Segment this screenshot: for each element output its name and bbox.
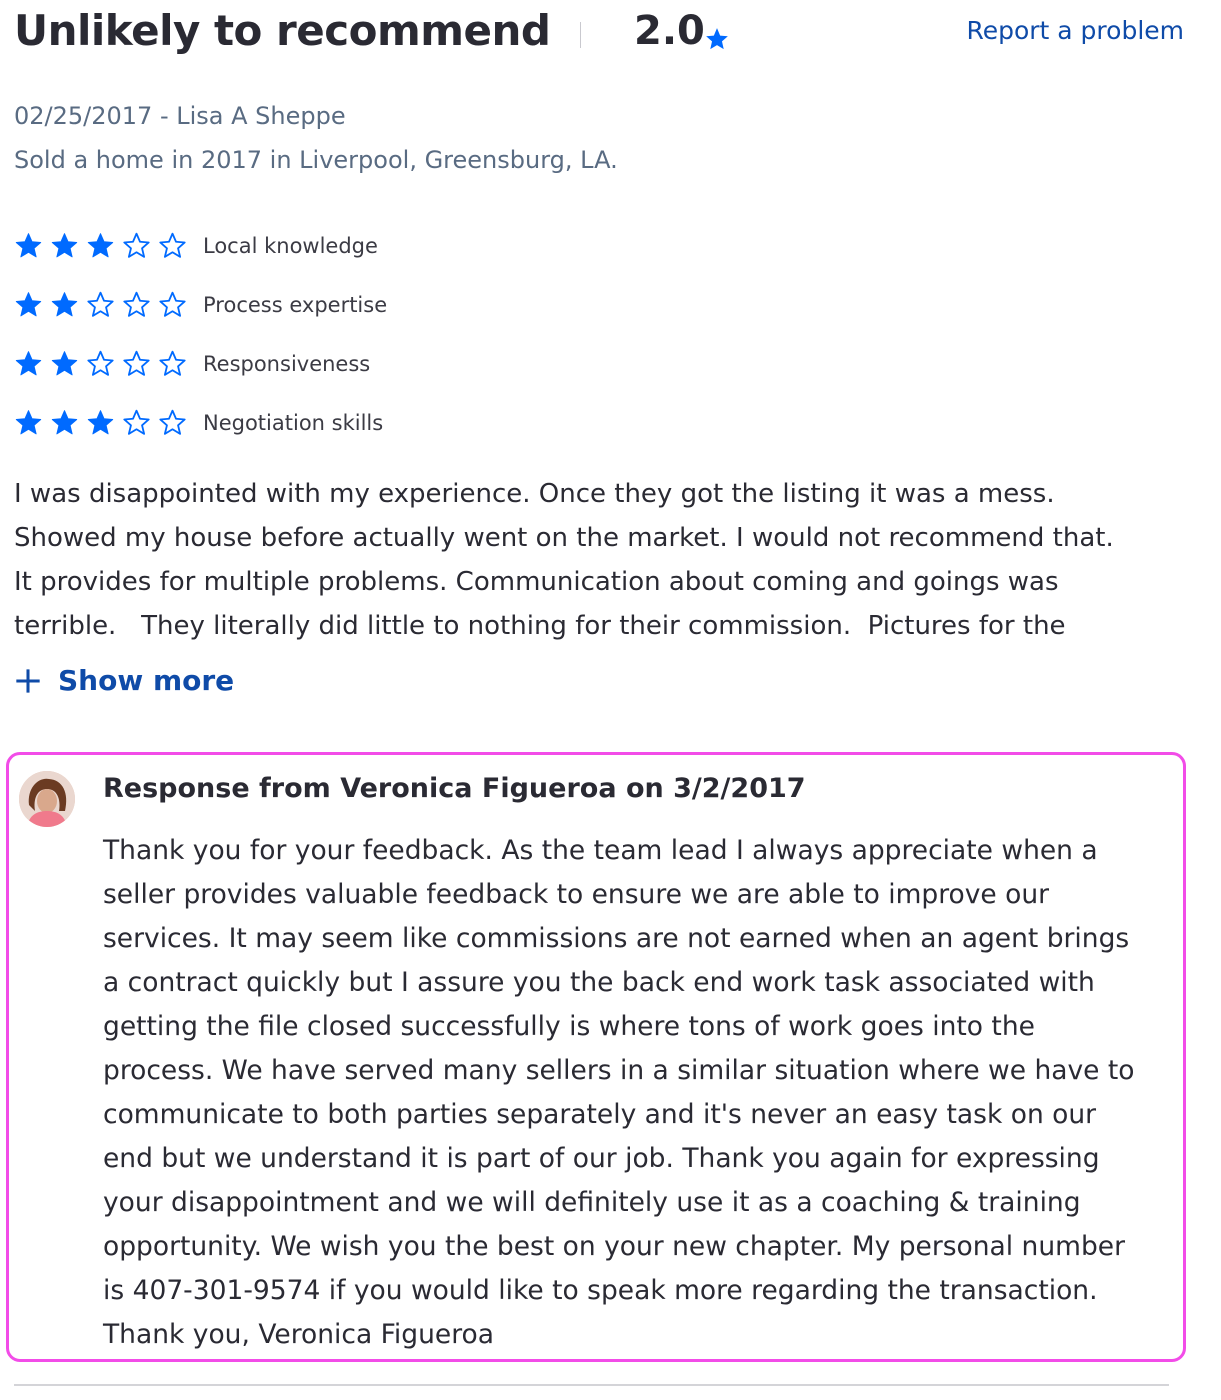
star-outline-icon (123, 350, 150, 376)
header-divider (580, 22, 581, 48)
text-line: Thank you, Veronica Figueroa (103, 1319, 494, 1350)
rating-label: Responsiveness (203, 351, 371, 376)
star-rating (14, 408, 187, 437)
star-filled-icon (87, 410, 114, 435)
overall-rating: 2.0 (634, 8, 705, 54)
star-outline-icon (123, 232, 150, 258)
review-transaction: Sold a home in 2017 in Liverpool, Greens… (14, 146, 618, 174)
text-line: opportunity. We wish you the best on you… (103, 1231, 1125, 1262)
review-header: Unlikely to recommend 2.0 Report a probl… (14, 0, 1184, 70)
star-rating (14, 231, 187, 260)
star-filled-icon (51, 233, 78, 258)
star-filled-icon (51, 410, 78, 435)
text-line: process. We have served many sellers in … (103, 1055, 1135, 1086)
rating-row: Local knowledge (14, 216, 387, 275)
avatar (19, 771, 75, 827)
star-outline-icon (159, 409, 186, 435)
star-outline-icon (159, 232, 186, 258)
star-icon (706, 28, 728, 50)
rating-row: Negotiation skills (14, 393, 387, 452)
text-line: I was disappointed with my experience. O… (14, 479, 1055, 509)
plus-icon (16, 668, 40, 693)
text-line: seller provides valuable feedback to ens… (103, 879, 1050, 910)
category-ratings: Local knowledge Process expertise Responsi… (14, 216, 387, 452)
review-date-author: 02/25/2017 - Lisa A Sheppe (14, 102, 346, 130)
show-more-button[interactable]: Show more (14, 664, 234, 697)
review-text: I was disappointed with my experience. O… (14, 472, 1184, 648)
star-rating (14, 290, 187, 319)
review-title: Unlikely to recommend (14, 6, 551, 55)
star-filled-icon (51, 292, 78, 317)
star-filled-icon (51, 351, 78, 376)
star-outline-icon (123, 291, 150, 317)
review-meta: 02/25/2017 - Lisa A Sheppe Sold a home i… (14, 94, 618, 182)
star-filled-icon (15, 233, 42, 258)
text-line: is 407-301-9574 if you would like to spe… (103, 1275, 1098, 1306)
show-more-label: Show more (58, 664, 235, 697)
star-filled-icon (15, 292, 42, 317)
text-line: Thank you for your feedback. As the team… (103, 835, 1098, 866)
response-title: Response from Veronica Figueroa on 3/2/2… (103, 773, 806, 804)
star-filled-icon (15, 351, 42, 376)
rating-label: Local knowledge (203, 233, 378, 258)
text-line: a contract quickly but I assure you the … (103, 967, 1095, 998)
star-rating (14, 349, 187, 378)
rating-row: Process expertise (14, 275, 387, 334)
star-outline-icon (87, 291, 114, 317)
star-filled-icon (15, 410, 42, 435)
rating-label: Process expertise (203, 292, 388, 317)
text-line: Showed my house before actually went on … (14, 523, 1114, 553)
text-line: end but we understand it is part of our … (103, 1143, 1100, 1174)
text-line: services. It may seem like commissions a… (103, 923, 1130, 954)
text-line: getting the file closed successfully is … (103, 1011, 1035, 1042)
text-line: your disappointment and we will definite… (103, 1187, 1081, 1218)
text-line: It provides for multiple problems. Commu… (14, 567, 1059, 597)
text-line: communicate to both parties separately a… (103, 1099, 1097, 1130)
response-text: Thank you for your feedback. As the team… (103, 829, 1173, 1357)
report-problem-link[interactable]: Report a problem (966, 16, 1184, 45)
star-outline-icon (87, 350, 114, 376)
star-outline-icon (159, 350, 186, 376)
rating-label: Negotiation skills (203, 410, 384, 435)
star-filled-icon (87, 233, 114, 258)
star-outline-icon (159, 291, 186, 317)
star-outline-icon (123, 409, 150, 435)
rating-row: Responsiveness (14, 334, 387, 393)
text-line: terrible. They literally did little to n… (14, 611, 1066, 641)
agent-response: Response from Veronica Figueroa on 3/2/2… (6, 752, 1186, 1362)
divider (14, 1384, 1169, 1386)
